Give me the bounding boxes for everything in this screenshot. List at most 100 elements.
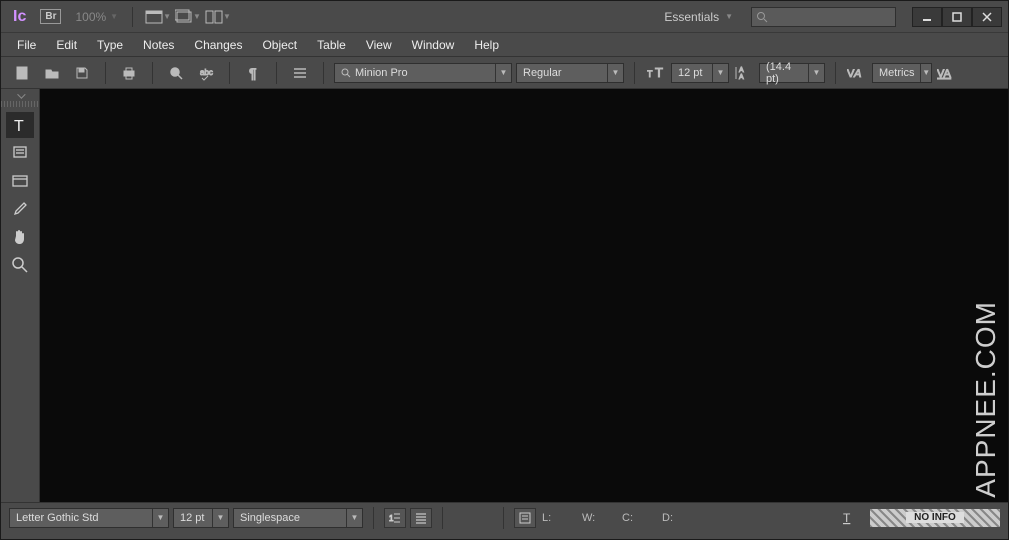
new-doc-icon[interactable] [9,61,35,85]
galley-view-icon[interactable] [410,508,432,528]
chevron-down-icon: ▼ [346,509,362,527]
menu-file[interactable]: File [7,38,46,52]
app-logo: Ic [7,8,32,26]
kerning-icon: VA [846,63,868,83]
print-icon[interactable] [116,61,142,85]
svg-text:1: 1 [389,514,394,523]
chevron-down-icon: ▼ [223,12,231,21]
search-input[interactable] [751,7,896,27]
svg-text:T: T [14,118,24,134]
window-controls [912,7,1002,27]
separator [442,507,443,529]
menu-type[interactable]: Type [87,38,133,52]
copyfit-info: NO INFO [870,509,1000,527]
chevron-down-icon: ▼ [607,64,623,82]
font-style-value: Regular [523,67,562,79]
bridge-badge[interactable]: Br [40,9,61,24]
type-tool[interactable]: T [6,112,34,138]
menu-view[interactable]: View [356,38,402,52]
separator [835,62,836,84]
separator [105,62,106,84]
panel-grip[interactable] [1,101,39,107]
spellcheck-icon[interactable]: abc [193,61,219,85]
pilcrow-icon[interactable]: ¶ [240,61,266,85]
separator [229,62,230,84]
menu-help[interactable]: Help [464,38,509,52]
separator [276,62,277,84]
menu-notes[interactable]: Notes [133,38,184,52]
svg-text:A: A [739,67,744,74]
tracking-icon: VA [936,63,958,83]
menu-window[interactable]: Window [402,38,465,52]
maximize-button[interactable] [942,7,972,27]
kerning-value: Metrics [879,67,914,79]
font-size-icon: TT [645,63,667,83]
menu-changes[interactable]: Changes [184,38,252,52]
menu-edit[interactable]: Edit [46,38,87,52]
status-size-combo[interactable]: 12 pt ▼ [173,508,229,528]
title-bar: Ic Br 100% ▼ ▼ ▼ ▼ Essentials ▼ [1,1,1008,33]
line-count-icon[interactable]: 1 [384,508,406,528]
close-button[interactable] [972,7,1002,27]
chevron-down-icon: ▼ [712,64,728,82]
menu-object[interactable]: Object [252,38,307,52]
font-size-combo[interactable]: 12 pt ▼ [671,63,729,83]
separator [132,7,133,27]
separator [634,62,635,84]
story-view-icon[interactable] [514,508,536,528]
chevron-down-icon: ▼ [495,64,511,82]
chevron-down-icon: ▼ [193,12,201,21]
no-info-label: NO INFO [906,512,964,523]
chevron-down-icon: ▼ [110,12,118,21]
hand-tool[interactable] [6,224,34,250]
svg-text:VA: VA [937,68,952,80]
status-w: W: [580,512,616,524]
status-spacing-combo[interactable]: Singlespace ▼ [233,508,363,528]
align-icon[interactable] [287,61,313,85]
kerning-combo[interactable]: Metrics ▼ [872,63,932,83]
separator [373,507,374,529]
panel-expand-icon[interactable] [1,91,39,101]
menu-bar: File Edit Type Notes Changes Object Tabl… [1,33,1008,57]
eyedropper-tool[interactable] [6,196,34,222]
workspace-label: Essentials [664,10,719,24]
options-bar: abc ¶ Minion Pro ▼ Regular ▼ TT 12 pt ▼ … [1,57,1008,89]
font-style-combo[interactable]: Regular ▼ [516,63,624,83]
font-family-combo[interactable]: Minion Pro ▼ [334,63,512,83]
leading-value: (14.4 pt) [766,61,802,85]
menu-table[interactable]: Table [307,38,356,52]
status-spacing-value: Singlespace [240,512,300,524]
leading-icon: AA [733,63,755,83]
separator [152,62,153,84]
position-tool[interactable] [6,168,34,194]
svg-text:T: T [655,65,663,80]
separator [503,507,504,529]
save-icon[interactable] [69,61,95,85]
svg-text:A: A [853,68,861,80]
watermark: APPNEE.COM [970,301,1002,498]
leading-combo[interactable]: (14.4 pt) ▼ [759,63,825,83]
document-canvas[interactable]: APPNEE.COM [40,89,1008,502]
zoom-tool[interactable] [6,252,34,278]
find-icon[interactable] [163,61,189,85]
status-d: D: [660,512,696,524]
minimize-button[interactable] [912,7,942,27]
open-icon[interactable] [39,61,65,85]
copyfit-icon[interactable]: T [838,508,860,528]
svg-text:T: T [843,511,851,525]
chevron-down-icon: ▼ [212,509,228,527]
content-area: T APPNEE.COM [1,89,1008,502]
status-font-combo[interactable]: Letter Gothic Std ▼ [9,508,169,528]
chevron-down-icon: ▼ [808,64,824,82]
status-c: C: [620,512,656,524]
chevron-down-icon: ▼ [152,509,168,527]
chevron-down-icon: ▼ [920,64,931,82]
status-font-value: Letter Gothic Std [16,512,99,524]
status-bar: Letter Gothic Std ▼ 12 pt ▼ Singlespace … [1,502,1008,532]
tool-panel: T [1,89,40,502]
chevron-down-icon: ▼ [163,12,171,21]
note-tool[interactable] [6,140,34,166]
zoom-level[interactable]: 100% ▼ [69,10,124,24]
svg-text:abc: abc [200,68,213,77]
workspace-switcher[interactable]: Essentials ▼ [654,10,743,24]
